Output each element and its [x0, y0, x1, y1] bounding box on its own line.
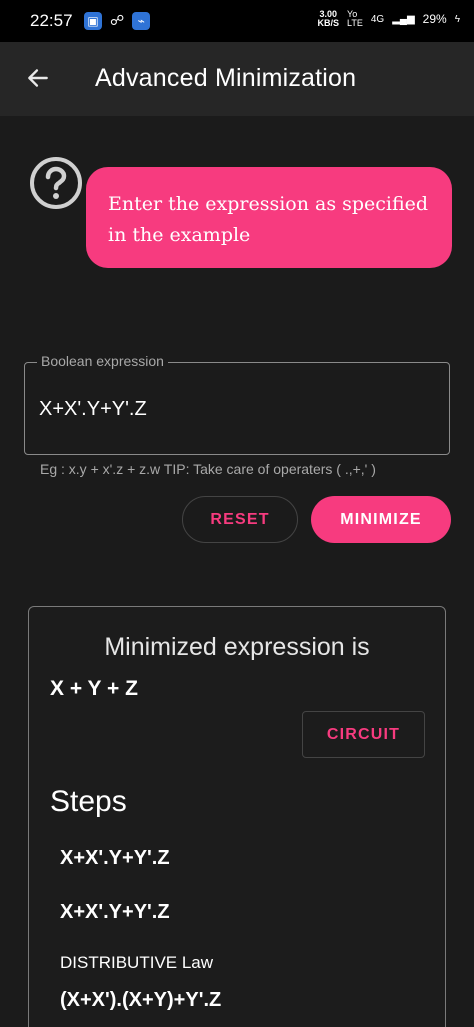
- field-helper-text: Eg : x.y + x'.z + z.w TIP: Take care of …: [40, 461, 376, 477]
- help-button[interactable]: [28, 155, 84, 211]
- field-value[interactable]: X+X'.Y+Y'.Z: [39, 398, 147, 421]
- status-notification-icons: ▣ ☍ ⌁: [84, 12, 151, 30]
- battery-level: 29%: [422, 12, 447, 26]
- minimized-expression: X + Y + Z: [50, 677, 138, 700]
- result-card: Minimized expression is X + Y + Z CIRCUI…: [28, 606, 446, 1027]
- status-bar: 22:57 ▣ ☍ ⌁ 3.00 KB/S Yo LTE 4G ▂▄▆ 29% ϟ: [0, 0, 474, 42]
- network-speed: 3.00 KB/S: [317, 9, 340, 28]
- signal-icon: ▂▄▆: [392, 13, 415, 25]
- page-title: Advanced Minimization: [95, 64, 357, 92]
- app-notification-icon: ▣: [84, 12, 102, 30]
- field-label: Boolean expression: [37, 353, 168, 369]
- reset-button[interactable]: RESET: [182, 496, 298, 543]
- step-item: X+X'.Y+Y'.Z: [60, 847, 170, 869]
- network-type: 4G: [370, 13, 385, 25]
- circuit-button[interactable]: CIRCUIT: [302, 711, 425, 758]
- instruction-tooltip: Enter the expression as specified in the…: [86, 167, 452, 268]
- step-law: DISTRIBUTIVE Law: [60, 953, 214, 972]
- status-right: 3.00 KB/S Yo LTE 4G ▂▄▆ 29% ϟ: [318, 10, 461, 28]
- arrow-left-icon: [28, 69, 48, 87]
- charging-icon: ϟ: [454, 13, 460, 25]
- app-notification-icon: ☍: [110, 12, 125, 28]
- question-circle-icon: [30, 157, 82, 209]
- boolean-expression-field[interactable]: Boolean expression X+X'.Y+Y'.Z: [24, 353, 450, 455]
- back-button[interactable]: [22, 62, 54, 94]
- step-item: X+X'.Y+Y'.Z: [60, 901, 170, 923]
- volte-icon: Yo LTE: [347, 9, 363, 28]
- usb-icon: ⌁: [132, 12, 151, 30]
- steps-title: Steps: [50, 785, 127, 818]
- app-bar: Advanced Minimization: [0, 42, 474, 116]
- status-time: 22:57: [30, 11, 73, 30]
- step-item: (X+X').(X+Y)+Y'.Z: [60, 989, 222, 1011]
- result-heading: Minimized expression is: [104, 633, 370, 661]
- minimize-button[interactable]: MINIMIZE: [311, 496, 451, 543]
